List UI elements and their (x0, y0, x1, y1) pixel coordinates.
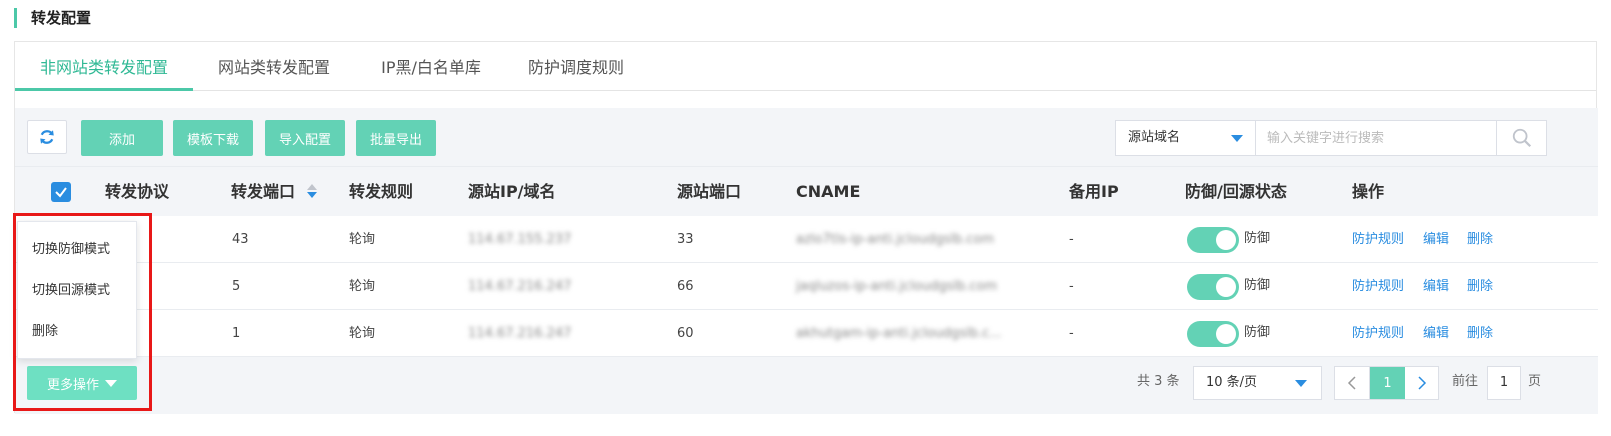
page-size-select[interactable]: 10 条/页 (1193, 366, 1322, 400)
add-button[interactable]: 添加 (81, 120, 163, 156)
forwarding-panel: 添加 模板下载 导入配置 批量导出 源站域名 转发协议 (15, 108, 1598, 414)
cname-cell: azlo7tls-ip-anti.jcloudgslb.com (796, 232, 995, 247)
more-actions-button[interactable]: 更多操作 (27, 366, 137, 400)
defense-toggle[interactable] (1187, 274, 1239, 300)
page-size-value: 10 条/页 (1206, 375, 1258, 390)
total-count: 共 3 条 (1137, 374, 1180, 389)
search-bar: 源站域名 (1115, 120, 1547, 156)
caret-down-icon (105, 379, 117, 387)
table-row: 43 轮询 114.67.155.237 33 azlo7tls-ip-anti… (15, 216, 1598, 263)
search-input[interactable] (1257, 121, 1497, 155)
menu-item-delete[interactable]: 删除 (32, 322, 58, 342)
check-icon (55, 187, 67, 198)
table-footer: 共 3 条 10 条/页 1 前往 1 页 (15, 357, 1598, 407)
delete-link[interactable]: 删除 (1467, 263, 1493, 310)
status-label: 防御 (1244, 231, 1271, 246)
header-cname: CNAME (796, 182, 861, 201)
pager: 1 (1334, 366, 1439, 400)
source-port-cell: 60 (677, 326, 694, 341)
header-source-ip: 源站IP/域名 (468, 182, 556, 201)
header-source-port: 源站端口 (677, 182, 742, 201)
next-page-button[interactable] (1405, 367, 1439, 399)
protection-rules-link[interactable]: 防护规则 (1352, 310, 1404, 357)
select-all-checkbox[interactable] (51, 182, 71, 202)
sort-icon[interactable] (306, 183, 317, 199)
delete-link[interactable]: 删除 (1467, 310, 1493, 357)
chevron-left-icon (1347, 376, 1356, 390)
status-label: 防御 (1244, 278, 1271, 293)
refresh-icon (40, 130, 54, 144)
more-actions-label: 更多操作 (46, 377, 99, 393)
defense-toggle[interactable] (1187, 321, 1239, 347)
search-field-select[interactable]: 源站域名 (1116, 121, 1256, 155)
caret-down-icon (1295, 380, 1307, 387)
header-protocol: 转发协议 (105, 182, 170, 201)
more-actions-menu: 切换防御模式 切换回源模式 删除 (17, 221, 137, 359)
header-forward-port[interactable]: 转发端口 (231, 167, 317, 217)
config-card: 非网站类转发配置 网站类转发配置 IP黑/白名单库 防护调度规则 添加 模板下载… (14, 41, 1598, 414)
protection-rules-link[interactable]: 防护规则 (1352, 216, 1404, 263)
header-status: 防御/回源状态 (1185, 182, 1287, 201)
refresh-button[interactable] (27, 120, 67, 154)
source-port-cell: 66 (677, 279, 694, 294)
tab-non-website-forwarding[interactable]: 非网站类转发配置 (15, 42, 193, 91)
header-actions: 操作 (1352, 182, 1385, 201)
goto-page-input[interactable]: 1 (1487, 366, 1521, 400)
table-row: 1 轮询 114.67.216.247 60 akhutgam-ip-anti.… (15, 310, 1598, 357)
search-field-value: 源站域名 (1128, 130, 1181, 145)
forward-port-cell: 1 (232, 326, 241, 341)
tab-ip-blacklist-whitelist[interactable]: IP黑/白名单库 (363, 42, 499, 91)
source-ip-cell: 114.67.216.247 (468, 279, 572, 294)
chevron-right-icon (1418, 376, 1427, 390)
edit-link[interactable]: 编辑 (1423, 263, 1449, 310)
page-number-button[interactable]: 1 (1370, 367, 1405, 399)
protection-rules-link[interactable]: 防护规则 (1352, 263, 1404, 310)
source-ip-cell: 114.67.155.237 (468, 232, 572, 247)
batch-export-button[interactable]: 批量导出 (356, 120, 436, 156)
prev-page-button[interactable] (1335, 367, 1370, 399)
page-title: 转发配置 (14, 8, 91, 28)
goto-unit: 页 (1528, 374, 1542, 389)
search-button[interactable] (1496, 121, 1547, 155)
caret-down-icon (1231, 135, 1243, 142)
cname-cell: jaqluzos-ip-anti.jcloudgslb.com (796, 279, 998, 294)
delete-link[interactable]: 删除 (1467, 216, 1493, 263)
table-row: 5 轮询 114.67.216.247 66 jaqluzos-ip-anti.… (15, 263, 1598, 310)
backup-ip-cell: - (1069, 232, 1074, 247)
source-ip-cell: 114.67.216.247 (468, 326, 572, 341)
forward-rule-cell: 轮询 (349, 279, 376, 294)
goto-label: 前往 (1452, 374, 1479, 389)
menu-item-switch-origin-mode[interactable]: 切换回源模式 (32, 281, 110, 301)
table-header: 转发协议 转发端口 转发规则 源站IP/域名 源站端口 CNAME 备用IP 防… (15, 166, 1598, 216)
forward-port-cell: 5 (232, 279, 241, 294)
header-forward-rule: 转发规则 (349, 182, 414, 201)
defense-toggle[interactable] (1187, 227, 1239, 253)
forward-port-cell: 43 (232, 232, 249, 247)
cname-cell: akhutgam-ip-anti.jcloudgslb.c... (796, 326, 1002, 341)
tab-website-forwarding[interactable]: 网站类转发配置 (201, 42, 347, 91)
edit-link[interactable]: 编辑 (1423, 216, 1449, 263)
search-icon (1512, 128, 1532, 148)
tab-protection-scheduling-rules[interactable]: 防护调度规则 (511, 42, 641, 91)
import-config-button[interactable]: 导入配置 (265, 120, 345, 156)
status-label: 防御 (1244, 325, 1271, 340)
source-port-cell: 33 (677, 232, 694, 247)
forward-rule-cell: 轮询 (349, 326, 376, 341)
backup-ip-cell: - (1069, 326, 1074, 341)
template-download-button[interactable]: 模板下载 (173, 120, 253, 156)
edit-link[interactable]: 编辑 (1423, 310, 1449, 357)
menu-item-switch-defense-mode[interactable]: 切换防御模式 (32, 240, 110, 260)
forward-rule-cell: 轮询 (349, 232, 376, 247)
backup-ip-cell: - (1069, 279, 1074, 294)
header-backup-ip: 备用IP (1069, 182, 1119, 201)
header-forward-port-label: 转发端口 (231, 182, 296, 201)
tab-bar: 非网站类转发配置 网站类转发配置 IP黑/白名单库 防护调度规则 (15, 42, 1596, 91)
